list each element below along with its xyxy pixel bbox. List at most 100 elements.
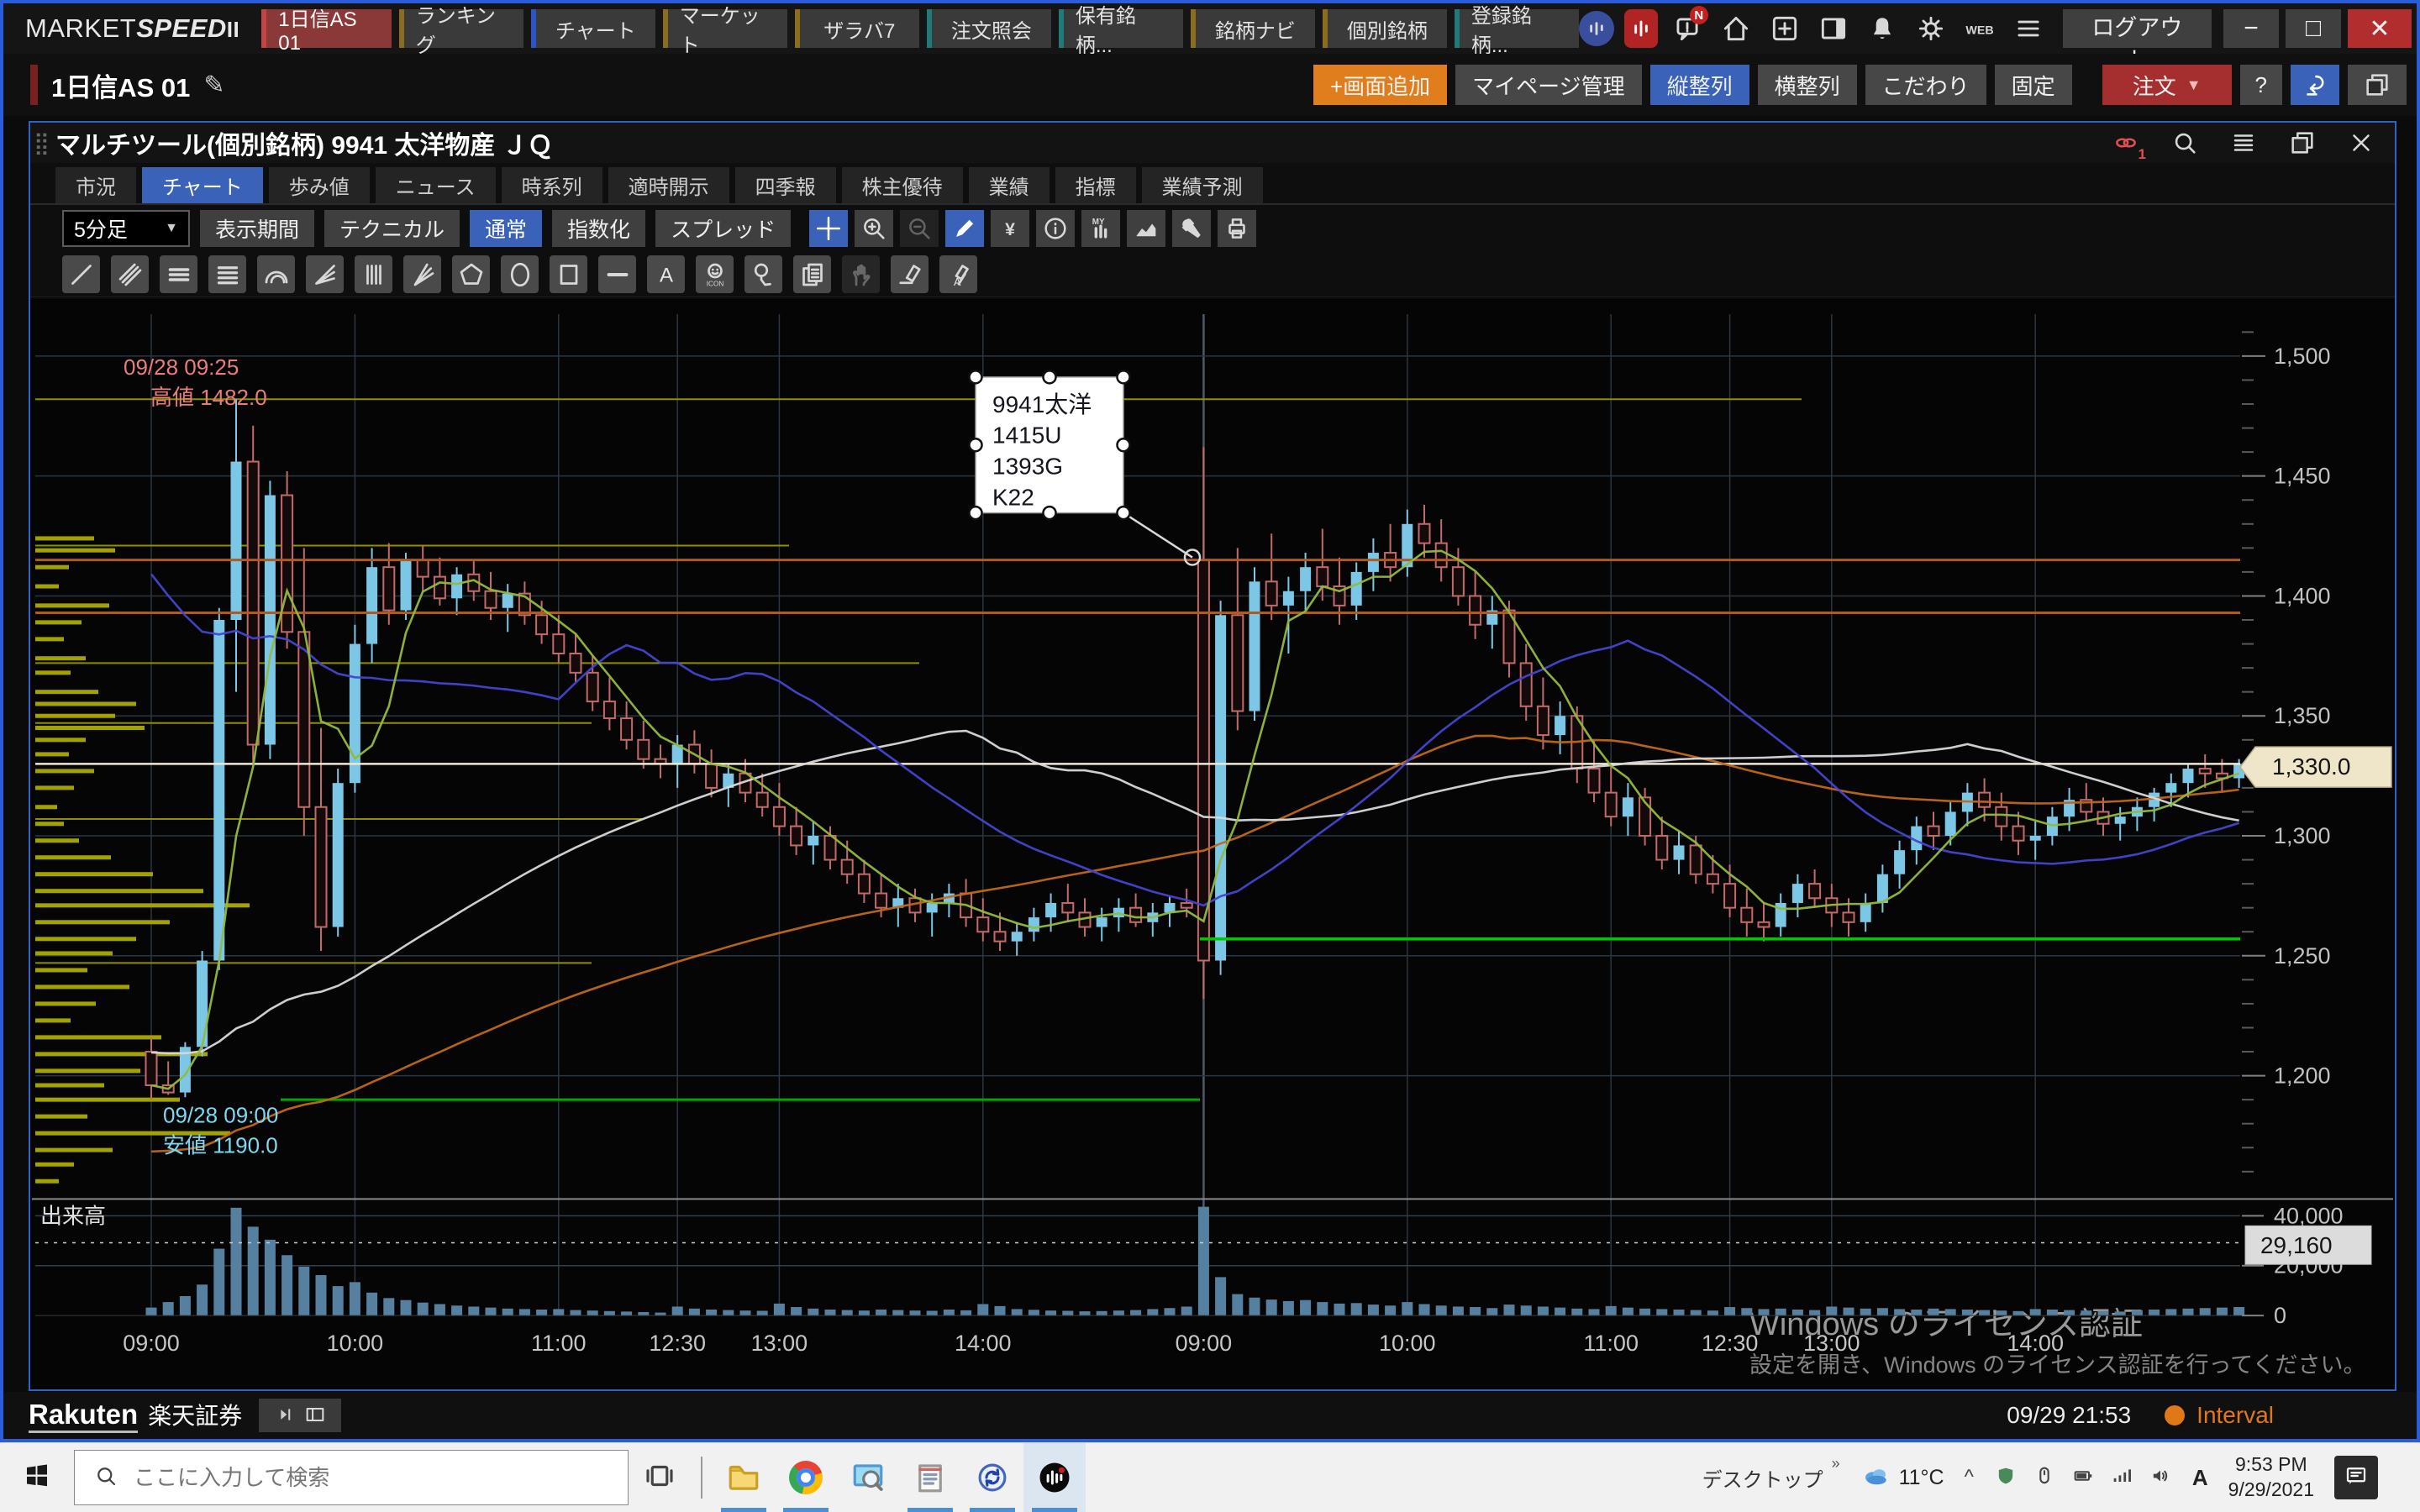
top-tab-2[interactable]: ランキング [399, 9, 523, 48]
tab-時系列[interactable]: 時系列 [502, 167, 602, 203]
maximize-button[interactable]: □ [2286, 9, 2341, 48]
duplicate-button[interactable] [2286, 126, 2319, 160]
four-lines-button[interactable] [208, 255, 246, 293]
area-chart-button[interactable] [1127, 210, 1165, 247]
status-panel-button[interactable] [259, 1399, 341, 1432]
top-tab-1[interactable]: 1日信AS 01 [261, 9, 391, 48]
mypage-manage-button[interactable]: マイページ管理 [1455, 65, 1641, 105]
tab-適時開示[interactable]: 適時開示 [608, 167, 729, 203]
top-tab-5[interactable]: ザラバ7 [795, 9, 919, 48]
top-tab-4[interactable]: マーケット [663, 9, 787, 48]
tab-業績[interactable]: 業績 [969, 167, 1050, 203]
add-window-button[interactable] [1765, 9, 1804, 48]
tray-expand-button[interactable]: ^ [1965, 1466, 1974, 1489]
notepad-taskbar-button[interactable] [899, 1443, 961, 1512]
hatch-pencil-button[interactable] [111, 255, 149, 293]
top-tab-6[interactable]: 注文照会 [927, 9, 1051, 48]
normal-mode-button[interactable]: 通常 [470, 210, 542, 247]
minimize-button[interactable]: − [2223, 9, 2279, 48]
task-view-button[interactable] [629, 1443, 691, 1512]
my-chart-button[interactable]: MY [1081, 210, 1120, 247]
indexed-mode-button[interactable]: 指数化 [552, 210, 645, 247]
order-button[interactable]: 注文▼ [2102, 65, 2232, 105]
battery-icon[interactable] [2071, 1464, 2095, 1492]
quick-link-button[interactable] [2291, 65, 2339, 105]
top-tab-10[interactable]: 登録銘柄... [1455, 9, 1579, 48]
edit-page-name-icon[interactable]: ✎ [203, 71, 224, 100]
horizontal-align-button[interactable]: 横整列 [1758, 65, 1857, 105]
three-lines-button[interactable] [160, 255, 197, 293]
price-chart[interactable]: 1,5001,4501,4001,3501,3001,2501,20040,00… [30, 299, 2395, 1389]
settings-gear-button[interactable] [1912, 9, 1950, 48]
chrome-taskbar-button[interactable] [775, 1443, 837, 1512]
pointer-tool-button[interactable] [744, 255, 782, 293]
web-button[interactable]: WEB [1960, 9, 1999, 48]
trend-line-button[interactable] [62, 255, 100, 293]
rectangle-button[interactable] [550, 255, 587, 293]
menu-big-button[interactable] [2227, 126, 2260, 160]
crosshair-button[interactable] [809, 210, 848, 247]
chart-app-button[interactable] [1624, 9, 1658, 48]
sync-app-taskbar-button[interactable] [961, 1443, 1023, 1512]
fan-lines-button[interactable] [306, 255, 344, 293]
marketspeed-taskbar-button[interactable] [1023, 1443, 1086, 1512]
info-button[interactable] [1036, 210, 1075, 247]
wrench-button[interactable] [1172, 210, 1211, 247]
ray-lines-button[interactable] [403, 255, 441, 293]
ellipse-button[interactable] [501, 255, 539, 293]
home-button[interactable] [1717, 9, 1755, 48]
taskbar-clock[interactable]: 9:53 PM 9/29/2021 [2228, 1452, 2314, 1503]
icon-stamp-button[interactable]: ICON [696, 255, 734, 293]
technical-button[interactable]: テクニカル [324, 210, 460, 247]
tab-ニュース[interactable]: ニュース [376, 167, 496, 203]
pin-button[interactable]: 固定 [1995, 65, 2072, 105]
app-circle-button[interactable] [1579, 11, 1614, 46]
vertical-lines-button[interactable] [355, 255, 392, 293]
top-tab-8[interactable]: 銘柄ナビ [1191, 9, 1315, 48]
eraser-all-button[interactable]: A [939, 255, 977, 293]
search-button[interactable] [2168, 126, 2202, 160]
multitool-title-bar[interactable]: ⣿ マルチツール(個別銘柄) 9941 太洋物産 ＪＱ 1 [30, 123, 2395, 163]
logout-button[interactable]: ログアウト [2063, 9, 2212, 48]
yen-button[interactable]: ¥ [991, 210, 1029, 247]
menu-button[interactable] [2009, 9, 2048, 48]
drag-grip-icon[interactable]: ⣿ [34, 130, 47, 156]
pentagon-button[interactable] [452, 255, 490, 293]
taskbar-search[interactable] [74, 1450, 629, 1505]
copy-pages-button[interactable] [793, 255, 831, 293]
draw-pencil-button[interactable] [945, 210, 984, 247]
close-x-button[interactable] [2344, 126, 2378, 160]
search-input[interactable] [132, 1464, 586, 1492]
help-button[interactable]: ? [2240, 65, 2282, 105]
tab-指標[interactable]: 指標 [1055, 167, 1136, 203]
tab-歩み値[interactable]: 歩み値 [269, 167, 370, 203]
tab-業績予測[interactable]: 業績予測 [1142, 167, 1263, 203]
float-window-button[interactable] [2348, 65, 2407, 105]
text-label-button[interactable]: A [647, 255, 685, 293]
kodawari-button[interactable]: こだわり [1865, 65, 1986, 105]
device-icon[interactable] [2033, 1464, 2056, 1492]
top-tab-9[interactable]: 個別銘柄 [1323, 9, 1447, 48]
tab-チャート[interactable]: チャート [142, 167, 263, 203]
bell-button[interactable] [1863, 9, 1902, 48]
spread-mode-button[interactable]: スプレッド [655, 210, 791, 247]
display-period-button[interactable]: 表示期間 [200, 210, 314, 247]
add-screen-button[interactable]: +画面追加 [1313, 65, 1447, 105]
tab-四季報[interactable]: 四季報 [735, 167, 836, 203]
ime-indicator[interactable]: A [2192, 1465, 2208, 1491]
close-button[interactable]: ✕ [2348, 9, 2412, 48]
weather-widget[interactable]: 11°C [1860, 1460, 1944, 1496]
desktop-widget-button[interactable]: デスクトップ» [1702, 1463, 1840, 1493]
top-tab-3[interactable]: チャート [531, 9, 655, 48]
shield-icon[interactable] [1994, 1464, 2018, 1492]
volume-icon[interactable] [2149, 1464, 2172, 1492]
remote-desktop-taskbar-button[interactable] [837, 1443, 899, 1512]
side-panel-button[interactable] [1814, 9, 1853, 48]
link-pin-button[interactable]: 1 [2109, 126, 2143, 160]
notification-center-button[interactable] [2334, 1456, 2378, 1499]
tab-市況[interactable]: 市況 [55, 167, 136, 203]
horizontal-segment-button[interactable] [598, 255, 636, 293]
interval-select[interactable]: 5分足 ▼ [62, 210, 190, 247]
fibonacci-arc-button[interactable] [257, 255, 295, 293]
top-tab-7[interactable]: 保有銘柄... [1059, 9, 1183, 48]
